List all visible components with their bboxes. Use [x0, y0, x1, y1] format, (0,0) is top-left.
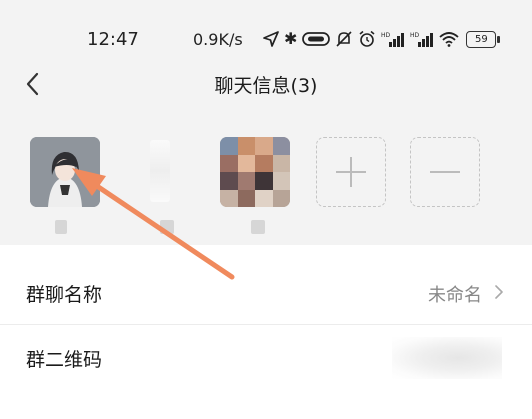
plus-icon-stroke — [350, 157, 352, 187]
bluetooth-icon: ✱ — [284, 29, 298, 48]
mute-icon — [336, 31, 352, 47]
pixel-block — [220, 137, 238, 155]
signal-icon: HD — [381, 32, 405, 47]
nav-bar: 聊天信息(3) — [0, 58, 532, 110]
header-area: 12:47 0.9K/s ✱ HD HD 59 聊天信息(3) — [0, 0, 532, 245]
member-grid — [0, 115, 532, 245]
pixel-block — [272, 137, 290, 155]
pixel-block — [220, 154, 238, 172]
qr-code-preview — [392, 337, 502, 379]
alarm-icon — [359, 30, 375, 47]
group-name-value: 未命名 — [428, 285, 482, 306]
group-qr-label: 群二维码 — [26, 349, 103, 371]
pixel-block — [237, 172, 255, 190]
status-bar: 12:47 0.9K/s ✱ HD HD 59 — [0, 22, 532, 56]
status-icons: ✱ HD HD 59 — [263, 26, 501, 52]
pixel-block — [255, 137, 273, 155]
signal-icon: HD — [410, 32, 434, 47]
wifi-icon — [439, 32, 460, 47]
pixel-block — [272, 189, 290, 207]
member-name — [55, 220, 67, 234]
minus-icon — [430, 171, 460, 173]
avatar-image — [30, 137, 100, 207]
svg-text:HD: HD — [381, 32, 391, 39]
chevron-right-icon — [495, 285, 503, 299]
group-qr-row[interactable]: 群二维码 — [0, 325, 532, 389]
pixel-block — [255, 172, 273, 190]
pixel-block — [255, 189, 273, 207]
pixel-block — [237, 189, 255, 207]
status-time: 12:47 — [87, 29, 139, 50]
pixel-block — [237, 137, 255, 155]
pixel-block — [237, 154, 255, 172]
location-icon — [263, 31, 279, 47]
battery-icon: 59 — [466, 30, 501, 48]
member-avatar[interactable] — [150, 140, 170, 202]
member-avatar[interactable] — [220, 137, 290, 207]
pixel-block — [255, 154, 273, 172]
remove-member-button[interactable] — [410, 137, 480, 207]
add-member-button[interactable] — [316, 137, 386, 207]
member-name — [251, 220, 265, 234]
pixel-block — [220, 189, 238, 207]
svg-text:HD: HD — [410, 32, 420, 39]
pixel-block — [220, 172, 238, 190]
group-name-row[interactable]: 群聊名称 未命名 — [0, 260, 532, 325]
member-name — [160, 220, 174, 234]
pixel-block — [272, 154, 290, 172]
group-name-label: 群聊名称 — [26, 284, 103, 306]
hd-icon — [302, 32, 331, 46]
network-speed: 0.9K/s — [193, 30, 243, 49]
page-title: 聊天信息(3) — [214, 75, 318, 97]
pixel-block — [272, 172, 290, 190]
member-avatar[interactable] — [30, 137, 100, 207]
